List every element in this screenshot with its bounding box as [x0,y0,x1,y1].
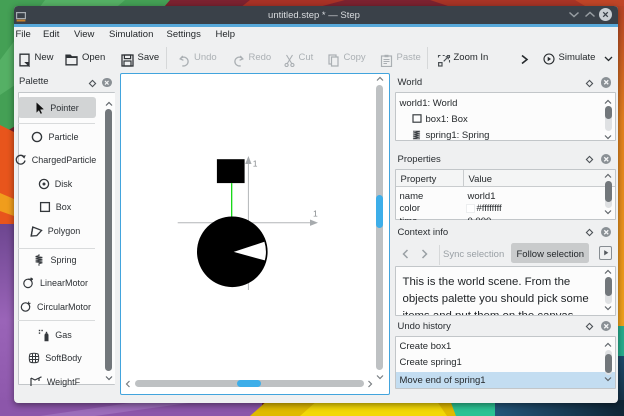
svg-text:1: 1 [253,159,258,169]
svg-text:1: 1 [313,208,318,218]
